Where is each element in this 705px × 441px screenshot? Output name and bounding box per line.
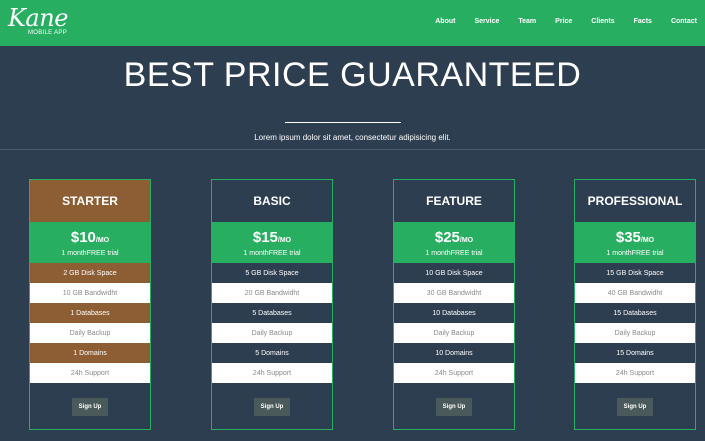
nav-item-contact[interactable]: Contact bbox=[671, 16, 697, 28]
plan-price: $25/MO bbox=[394, 229, 514, 249]
feature-domains: 10 Domains bbox=[394, 343, 514, 363]
feature-domains: 1 Domains bbox=[30, 343, 150, 363]
price-period: /MO bbox=[459, 237, 474, 244]
price-period: /MO bbox=[277, 237, 292, 244]
price-amount: $15 bbox=[252, 229, 278, 246]
navbar: Kane MOBILE APP About Service Team Price… bbox=[0, 0, 705, 46]
plan-price-box: $25/MO 1 monthFREE trial bbox=[394, 222, 514, 263]
plan-name: FEATURE bbox=[394, 180, 514, 222]
feature-domains: 5 Domains bbox=[212, 343, 332, 363]
plan-trial: 1 monthFREE trial bbox=[243, 250, 301, 257]
section-divider bbox=[0, 149, 705, 150]
nav-item-clients[interactable]: Clients bbox=[591, 16, 614, 28]
feature-databases: 15 Databases bbox=[575, 303, 695, 323]
feature-support: 24h Support bbox=[394, 363, 514, 383]
feature-disk-space: 5 GB Disk Space bbox=[212, 263, 332, 283]
feature-disk-space: 15 GB Disk Space bbox=[575, 263, 695, 283]
feature-databases: 1 Databases bbox=[30, 303, 150, 323]
feature-disk-space: 10 GB Disk Space bbox=[394, 263, 514, 283]
nav-item-facts[interactable]: Facts bbox=[634, 16, 652, 28]
feature-backup: Daily Backup bbox=[30, 323, 150, 343]
nav-item-service[interactable]: Service bbox=[474, 16, 499, 28]
section-title: BEST PRICE GUARANTEED bbox=[123, 56, 582, 94]
logo-tagline: MOBILE APP bbox=[28, 30, 68, 36]
plan-price-box: $10/MO 1 monthFREE trial bbox=[30, 222, 150, 263]
title-divider bbox=[285, 122, 401, 123]
feature-backup: Daily Backup bbox=[394, 323, 514, 343]
price-amount: $10 bbox=[70, 229, 96, 246]
plan-trial: 1 monthFREE trial bbox=[61, 250, 119, 257]
pricing-card-professional: PROFESSIONAL $35/MO 1 monthFREE trial 15… bbox=[574, 179, 696, 430]
sign-up-button[interactable]: Sign Up bbox=[72, 398, 108, 416]
plan-name: PROFESSIONAL bbox=[575, 180, 695, 222]
pricing-card-feature: FEATURE $25/MO 1 monthFREE trial 10 GB D… bbox=[393, 179, 515, 430]
price-period: /MO bbox=[640, 237, 655, 244]
plan-trial: 1 monthFREE trial bbox=[425, 250, 483, 257]
plan-price: $15/MO bbox=[212, 229, 332, 249]
plan-price-box: $35/MO 1 monthFREE trial bbox=[575, 222, 695, 263]
nav-item-about[interactable]: About bbox=[435, 16, 455, 28]
pricing-card-starter: STARTER $10/MO 1 monthFREE trial 2 GB Di… bbox=[29, 179, 151, 430]
logo[interactable]: Kane MOBILE APP bbox=[8, 4, 70, 42]
section-subtitle: Lorem ipsum dolor sit amet, consectetur … bbox=[254, 133, 451, 142]
pricing-card-basic: BASIC $15/MO 1 monthFREE trial 5 GB Disk… bbox=[211, 179, 333, 430]
nav-item-team[interactable]: Team bbox=[518, 16, 536, 28]
price-amount: $35 bbox=[615, 229, 641, 246]
feature-support: 24h Support bbox=[212, 363, 332, 383]
plan-name: STARTER bbox=[30, 180, 150, 222]
feature-bandwidth: 40 GB Bandwidht bbox=[575, 283, 695, 303]
plan-trial: 1 monthFREE trial bbox=[606, 250, 664, 257]
feature-bandwidth: 10 GB Bandwidht bbox=[30, 283, 150, 303]
sign-up-button[interactable]: Sign Up bbox=[436, 398, 472, 416]
plan-footer: Sign Up bbox=[394, 383, 514, 431]
feature-support: 24h Support bbox=[575, 363, 695, 383]
price-period: /MO bbox=[95, 237, 110, 244]
price-amount: $25 bbox=[434, 229, 460, 246]
plan-price: $10/MO bbox=[30, 229, 150, 249]
plan-name: BASIC bbox=[212, 180, 332, 222]
plan-price-box: $15/MO 1 monthFREE trial bbox=[212, 222, 332, 263]
feature-databases: 5 Databases bbox=[212, 303, 332, 323]
plan-price: $35/MO bbox=[575, 229, 695, 249]
plan-footer: Sign Up bbox=[212, 383, 332, 431]
feature-backup: Daily Backup bbox=[212, 323, 332, 343]
feature-bandwidth: 30 GB Bandwidht bbox=[394, 283, 514, 303]
plan-footer: Sign Up bbox=[575, 383, 695, 431]
logo-wordmark: Kane bbox=[8, 4, 68, 32]
nav-menu: About Service Team Price Clients Facts C… bbox=[416, 16, 697, 28]
feature-support: 24h Support bbox=[30, 363, 150, 383]
feature-disk-space: 2 GB Disk Space bbox=[30, 263, 150, 283]
plan-footer: Sign Up bbox=[30, 383, 150, 431]
nav-item-price[interactable]: Price bbox=[555, 16, 572, 28]
feature-databases: 10 Databases bbox=[394, 303, 514, 323]
feature-domains: 15 Domains bbox=[575, 343, 695, 363]
feature-bandwidth: 20 GB Bandwidht bbox=[212, 283, 332, 303]
sign-up-button[interactable]: Sign Up bbox=[254, 398, 290, 416]
feature-backup: Daily Backup bbox=[575, 323, 695, 343]
sign-up-button[interactable]: Sign Up bbox=[617, 398, 653, 416]
